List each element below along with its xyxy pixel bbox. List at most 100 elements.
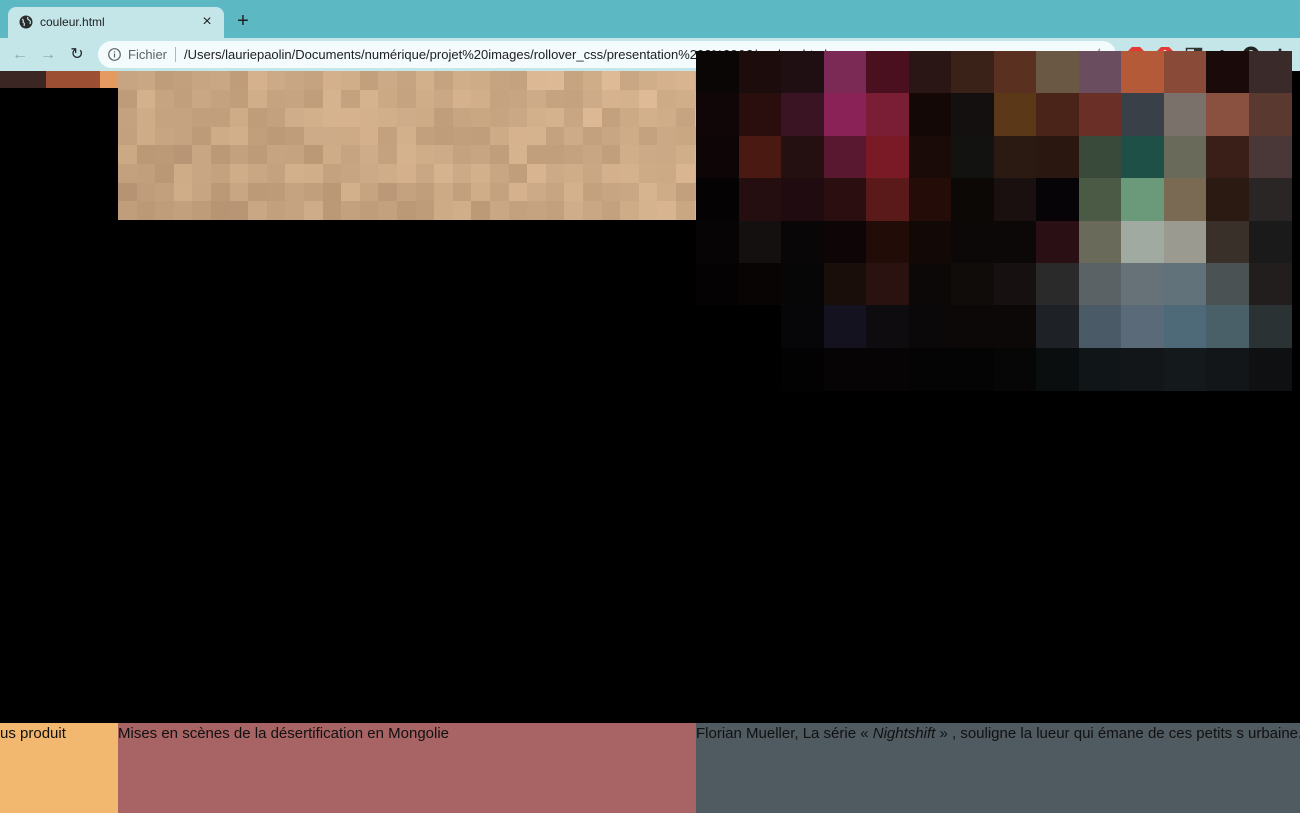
mosaic-cell bbox=[211, 126, 231, 146]
mosaic-cell bbox=[341, 108, 361, 128]
mosaic-cell bbox=[1078, 178, 1122, 222]
mosaic-cell bbox=[1163, 51, 1207, 94]
mosaic-cell bbox=[738, 220, 782, 264]
mosaic-cell bbox=[1078, 305, 1122, 349]
reload-icon[interactable]: ↻ bbox=[67, 45, 87, 65]
forward-icon[interactable]: → bbox=[38, 45, 58, 65]
mosaic-cell bbox=[823, 263, 867, 306]
mosaic-cell bbox=[1206, 93, 1249, 137]
mosaic-cell bbox=[452, 164, 472, 184]
mosaic-cell bbox=[397, 201, 417, 221]
mosaic-cell bbox=[359, 201, 379, 221]
mosaic-cell bbox=[823, 305, 867, 349]
info-icon[interactable] bbox=[108, 48, 121, 61]
mosaic-cell bbox=[1206, 263, 1249, 306]
mosaic-cell bbox=[583, 164, 603, 184]
mosaic-cell bbox=[155, 126, 175, 146]
mosaic-cell bbox=[601, 71, 621, 91]
mosaic-cell bbox=[583, 71, 603, 91]
mosaic-cell bbox=[452, 89, 472, 109]
mosaic-cell bbox=[304, 145, 324, 165]
mosaic-cell bbox=[248, 145, 268, 165]
mosaic-cell bbox=[434, 182, 454, 202]
mosaic-cell bbox=[397, 164, 417, 184]
mosaic-cell bbox=[359, 164, 379, 184]
mosaic-cell bbox=[397, 126, 417, 146]
mosaic-cell bbox=[322, 145, 342, 165]
mosaic-cell bbox=[192, 126, 212, 146]
back-icon[interactable]: ← bbox=[10, 45, 30, 65]
mosaic-cell bbox=[378, 201, 398, 221]
mosaic-cell bbox=[781, 263, 824, 306]
mosaic-cell bbox=[452, 108, 472, 128]
mosaic-cell bbox=[359, 145, 379, 165]
mosaic-cell bbox=[434, 145, 454, 165]
mosaic-cell bbox=[993, 263, 1037, 306]
mosaic-cell bbox=[490, 182, 510, 202]
mosaic-cell bbox=[378, 89, 398, 109]
mosaic-cell bbox=[490, 126, 510, 146]
mosaic-cell bbox=[908, 305, 952, 349]
mosaic-cell bbox=[1163, 305, 1207, 349]
mosaic-cell bbox=[638, 145, 658, 165]
caption-left: us produit bbox=[0, 723, 118, 813]
mosaic-cell bbox=[657, 164, 677, 184]
mosaic-cell bbox=[1248, 51, 1292, 94]
mosaic-cell bbox=[1078, 347, 1122, 391]
left-image-strip[interactable] bbox=[0, 71, 118, 88]
mosaic-cell bbox=[322, 126, 342, 146]
mosaic-cell bbox=[304, 108, 324, 128]
mosaic-cell bbox=[229, 201, 249, 221]
mosaic-cell bbox=[173, 164, 193, 184]
mosaic-cell bbox=[397, 145, 417, 165]
mosaic-cell bbox=[341, 182, 361, 202]
mosaic-cell bbox=[545, 108, 565, 128]
mosaic-cell bbox=[620, 126, 640, 146]
mosaic-cell bbox=[657, 201, 677, 221]
mosaic-cell bbox=[657, 108, 677, 128]
mosaic-cell bbox=[993, 135, 1037, 179]
mosaic-cell bbox=[341, 89, 361, 109]
pixelated-image-skin[interactable] bbox=[118, 71, 714, 221]
pixelated-image-night[interactable] bbox=[696, 51, 1300, 401]
mosaic-cell bbox=[136, 108, 156, 128]
new-tab-button[interactable]: + bbox=[234, 11, 252, 31]
mosaic-cell bbox=[192, 145, 212, 165]
mosaic-cell bbox=[322, 164, 342, 184]
mosaic-cell bbox=[1206, 305, 1249, 349]
mosaic-cell bbox=[248, 89, 268, 109]
close-icon[interactable]: × bbox=[199, 14, 215, 30]
browser-tab[interactable]: couleur.html × bbox=[8, 7, 224, 38]
mosaic-cell bbox=[508, 145, 528, 165]
mosaic-cell bbox=[415, 201, 435, 221]
caption-right-text: Florian Mueller, La série « Nightshift »… bbox=[696, 725, 1300, 742]
mosaic-cell bbox=[1248, 347, 1292, 391]
mosaic-cell bbox=[866, 178, 909, 222]
mosaic-cell bbox=[322, 201, 342, 221]
mosaic-cell bbox=[1036, 93, 1079, 137]
mosaic-cell bbox=[696, 220, 739, 264]
mosaic-cell bbox=[527, 108, 547, 128]
mosaic-cell bbox=[1163, 220, 1207, 264]
mosaic-cell bbox=[397, 89, 417, 109]
mosaic-cell bbox=[341, 126, 361, 146]
mosaic-cell bbox=[601, 108, 621, 128]
mosaic-cell bbox=[1121, 347, 1164, 391]
mosaic-cell bbox=[378, 108, 398, 128]
mosaic-cell bbox=[638, 201, 658, 221]
mosaic-cell bbox=[359, 71, 379, 91]
address-scheme: Fichier bbox=[128, 47, 168, 62]
globe-icon bbox=[19, 15, 33, 29]
mosaic-cell bbox=[1078, 93, 1122, 137]
mosaic-cell bbox=[676, 164, 696, 184]
mosaic-cell bbox=[781, 178, 824, 222]
caption-middle-text: Mises en scènes de la désertification en… bbox=[118, 725, 450, 742]
mosaic-cell bbox=[490, 89, 510, 109]
mosaic-cell bbox=[620, 164, 640, 184]
mosaic-cell bbox=[136, 164, 156, 184]
mosaic-cell bbox=[211, 89, 231, 109]
mosaic-cell bbox=[1206, 220, 1249, 264]
mosaic-cell bbox=[304, 71, 324, 91]
mosaic-cell bbox=[676, 71, 696, 91]
mosaic-cell bbox=[490, 71, 510, 91]
